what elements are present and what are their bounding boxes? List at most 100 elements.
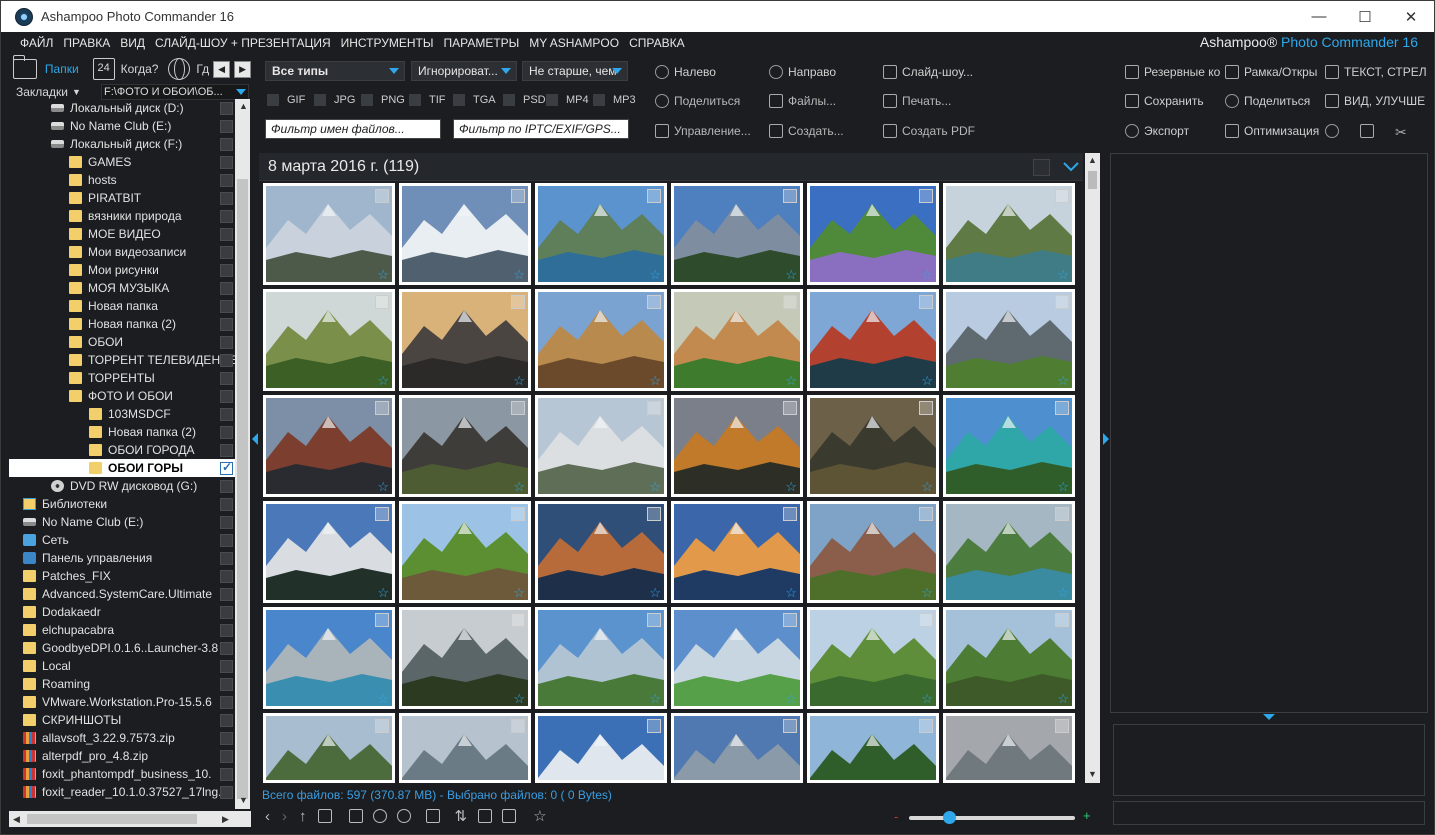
star-icon[interactable]: ☆	[649, 268, 661, 281]
rotate-right-button[interactable]: Направо	[769, 65, 836, 79]
tree-item[interactable]: hosts	[9, 171, 235, 189]
star-icon[interactable]: ☆	[649, 586, 661, 599]
photo-thumbnail[interactable]: ☆	[671, 183, 803, 285]
star-icon[interactable]: ☆	[921, 586, 933, 599]
tab-folders[interactable]: Папки	[45, 62, 79, 76]
filter-mp3-checkbox[interactable]: MP3	[593, 92, 636, 108]
menu-view[interactable]: ВИД	[115, 36, 150, 50]
photo-select-checkbox[interactable]	[1055, 189, 1069, 203]
tree-item-checkbox[interactable]	[220, 174, 233, 187]
photo-select-checkbox[interactable]	[375, 295, 389, 309]
tree-item-checkbox[interactable]	[220, 534, 233, 547]
tree-item[interactable]: Новая папка (2)	[9, 315, 235, 333]
tree-item[interactable]: ФОТО И ОБОИ	[9, 387, 235, 405]
tree-item-checkbox[interactable]	[220, 696, 233, 709]
view-mode-icon[interactable]	[478, 809, 493, 823]
resize-tool-button[interactable]	[1360, 124, 1379, 138]
photo-thumbnail[interactable]: ☆	[535, 183, 667, 285]
star-icon[interactable]: ☆	[377, 692, 389, 705]
star-icon[interactable]: ☆	[785, 374, 797, 387]
tree-item-checkbox[interactable]	[220, 102, 233, 115]
tab-scroll-left-button[interactable]: ◀	[213, 60, 231, 78]
photo-select-checkbox[interactable]	[511, 401, 525, 415]
rotate-left-button[interactable]: Налево	[655, 65, 716, 79]
photo-thumbnail[interactable]	[943, 713, 1075, 783]
photo-thumbnail[interactable]: ☆	[399, 395, 531, 497]
menu-options[interactable]: ПАРАМЕТРЫ	[439, 36, 525, 50]
photo-select-checkbox[interactable]	[375, 401, 389, 415]
tree-item-checkbox[interactable]	[220, 750, 233, 763]
create-pdf-button[interactable]: Создать PDF	[883, 124, 975, 138]
scroll-left-icon[interactable]: ◀	[13, 814, 20, 825]
tree-item-checkbox[interactable]	[220, 786, 233, 799]
tree-item[interactable]: Новая папка	[9, 297, 235, 315]
photo-thumbnail[interactable]: ☆	[943, 289, 1075, 391]
tree-item[interactable]: Advanced.SystemCare.Ultimate	[9, 585, 235, 603]
photo-select-checkbox[interactable]	[1055, 295, 1069, 309]
collapse-left-pane-icon[interactable]	[252, 433, 258, 445]
slideshow-button[interactable]: Слайд-шоу...	[883, 65, 973, 79]
tree-item-checkbox[interactable]	[220, 318, 233, 331]
tree-item-checkbox[interactable]	[220, 588, 233, 601]
tree-item-checkbox[interactable]	[220, 606, 233, 619]
bookmarks-menu[interactable]: Закладки	[16, 85, 68, 99]
photo-select-checkbox[interactable]	[919, 507, 933, 521]
text-arrow-button[interactable]: ТЕКСТ, СТРЕЛ	[1325, 65, 1427, 79]
share-button[interactable]: Поделиться	[655, 94, 740, 108]
photo-thumbnail[interactable]: ☆	[399, 607, 531, 709]
minimize-button[interactable]: —	[1296, 1, 1342, 32]
menu-help[interactable]: СПРАВКА	[624, 36, 690, 50]
scroll-up-icon[interactable]: ▲	[239, 101, 248, 111]
calendar-icon[interactable]: 24	[92, 58, 115, 80]
globe-icon[interactable]	[168, 58, 191, 80]
current-path-box[interactable]: F:\ФОТО И ОБОИ\ОБ...	[101, 84, 249, 100]
tree-item[interactable]: ОБОИ	[9, 333, 235, 351]
photo-thumbnail[interactable]: ☆	[263, 289, 395, 391]
photo-select-checkbox[interactable]	[783, 401, 797, 415]
tree-item[interactable]: Библиотеки	[9, 495, 235, 513]
create-button[interactable]: Создать...	[769, 124, 844, 138]
photo-thumbnail[interactable]: ☆	[263, 183, 395, 285]
tree-item[interactable]: foxit_phantompdf_business_10.	[9, 765, 235, 783]
menu-slideshow[interactable]: СЛАЙД-ШОУ + ПРЕЗЕНТАЦИЯ	[150, 36, 336, 50]
tree-item-checkbox[interactable]	[220, 264, 233, 277]
photo-select-checkbox[interactable]	[647, 613, 661, 627]
photo-thumbnail[interactable]: ☆	[535, 501, 667, 603]
tree-item[interactable]: ТОРРЕНТЫ	[9, 369, 235, 387]
star-icon[interactable]: ☆	[513, 374, 525, 387]
tree-item-checkbox[interactable]	[220, 372, 233, 385]
tree-item-checkbox[interactable]	[220, 660, 233, 673]
photo-thumbnail[interactable]: ☆	[535, 395, 667, 497]
tree-item-checkbox[interactable]	[220, 336, 233, 349]
star-icon[interactable]: ☆	[921, 480, 933, 493]
scroll-right-icon[interactable]: ▶	[222, 814, 229, 825]
tree-item[interactable]: DVD RW дисковод (G:)	[9, 477, 235, 495]
tree-item-checkbox[interactable]	[220, 460, 233, 475]
star-icon[interactable]: ☆	[513, 692, 525, 705]
star-icon[interactable]: ☆	[1057, 692, 1069, 705]
star-icon[interactable]: ☆	[649, 692, 661, 705]
filter-jpg-checkbox[interactable]: JPG	[314, 92, 355, 108]
star-icon[interactable]: ☆	[377, 374, 389, 387]
tree-item-checkbox[interactable]	[220, 354, 233, 367]
tree-item-checkbox[interactable]	[220, 552, 233, 565]
photo-select-checkbox[interactable]	[919, 613, 933, 627]
tree-item[interactable]: alterpdf_pro_4.8.zip	[9, 747, 235, 765]
scrollbar-thumb[interactable]	[237, 179, 248, 799]
tree-item[interactable]: ОБОИ ГОРЫ	[9, 459, 235, 477]
star-icon[interactable]: ☆	[785, 692, 797, 705]
photo-select-checkbox[interactable]	[783, 613, 797, 627]
tree-item[interactable]: Мои рисунки	[9, 261, 235, 279]
tab-where[interactable]: Гд	[196, 62, 209, 76]
maximize-button[interactable]: ☐	[1342, 1, 1388, 32]
tree-item-checkbox[interactable]	[220, 138, 233, 151]
tree-item-checkbox[interactable]	[220, 498, 233, 511]
backup-button[interactable]: Резервные ко	[1125, 65, 1220, 79]
photo-thumbnail[interactable]: ☆	[943, 395, 1075, 497]
zoom-slider-knob[interactable]	[943, 811, 956, 824]
photo-select-checkbox[interactable]	[511, 295, 525, 309]
photo-select-checkbox[interactable]	[1055, 507, 1069, 521]
menu-my-ashampoo[interactable]: MY ASHAMPOO	[524, 36, 624, 50]
photo-select-checkbox[interactable]	[783, 507, 797, 521]
tree-item-checkbox[interactable]	[220, 444, 233, 457]
